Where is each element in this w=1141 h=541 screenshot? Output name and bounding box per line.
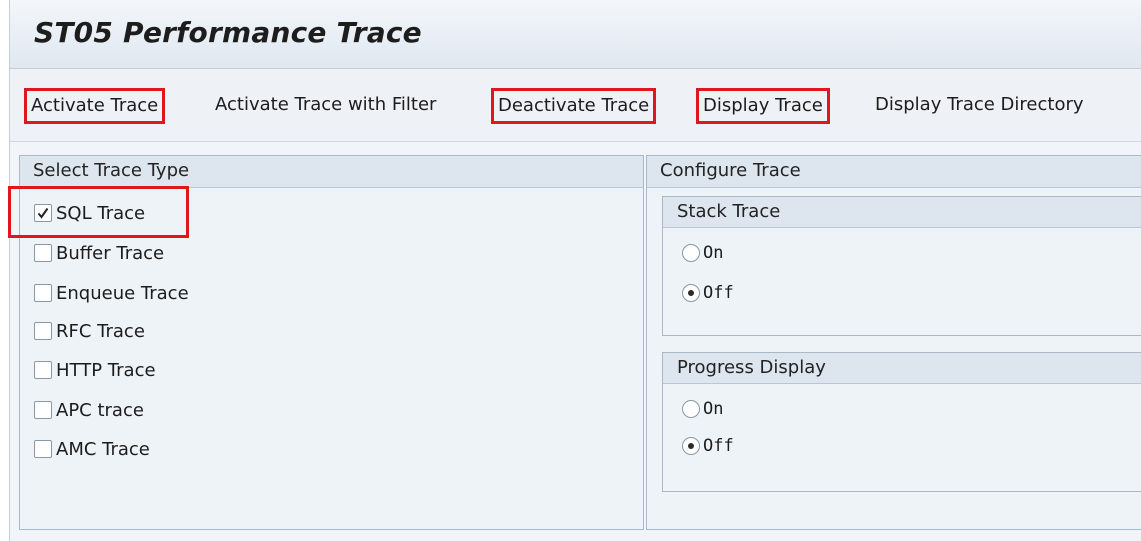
sql-trace-checkbox[interactable]: [34, 204, 52, 222]
enqueue-trace-checkbox[interactable]: [34, 284, 52, 302]
apc-trace-checkbox-row[interactable]: APC trace: [34, 396, 144, 424]
sap-window: ST05 Performance Trace Activate Trace Ac…: [9, 0, 1141, 541]
apc-trace-checkbox[interactable]: [34, 401, 52, 419]
title-bar: ST05 Performance Trace: [10, 0, 1141, 69]
deactivate-trace-button[interactable]: Deactivate Trace: [491, 88, 657, 124]
radio-selected-dot: [688, 443, 694, 449]
progress-display-on-radio[interactable]: [682, 400, 700, 418]
configure-trace-header: Configure Trace: [647, 156, 1141, 188]
apc-trace-label: APC trace: [56, 399, 144, 421]
stack-trace-group: Stack Trace On Off: [662, 196, 1141, 336]
http-trace-label: HTTP Trace: [56, 359, 156, 381]
progress-display-on-label: On: [703, 399, 724, 419]
amc-trace-checkbox[interactable]: [34, 440, 52, 458]
checkmark-icon: [37, 207, 49, 219]
amc-trace-label: AMC Trace: [56, 438, 150, 460]
progress-display-on-option[interactable]: On: [682, 396, 723, 422]
stack-trace-off-option[interactable]: Off: [682, 280, 734, 306]
application-toolbar: Activate Trace Activate Trace with Filte…: [10, 69, 1141, 142]
progress-display-group: Progress Display On Off: [662, 352, 1141, 492]
configure-trace-panel: Configure Trace Stack Trace On Off Progr…: [646, 155, 1141, 530]
stack-trace-on-radio[interactable]: [682, 244, 700, 262]
page-title: ST05 Performance Trace: [34, 16, 422, 49]
stack-trace-on-option[interactable]: On: [682, 240, 723, 266]
stack-trace-off-radio[interactable]: [682, 284, 700, 302]
activate-trace-button[interactable]: Activate Trace: [24, 88, 166, 124]
http-trace-checkbox-row[interactable]: HTTP Trace: [34, 356, 156, 384]
display-trace-directory-button[interactable]: Display Trace Directory: [869, 88, 1090, 124]
sql-trace-checkbox-row[interactable]: SQL Trace: [34, 199, 145, 227]
rfc-trace-checkbox-row[interactable]: RFC Trace: [34, 317, 145, 345]
radio-selected-dot: [688, 290, 694, 296]
select-trace-type-panel: Select Trace Type SQL Trace Buffer Trace…: [19, 155, 644, 530]
display-trace-button[interactable]: Display Trace: [696, 88, 830, 124]
enqueue-trace-checkbox-row[interactable]: Enqueue Trace: [34, 279, 189, 307]
progress-display-header: Progress Display: [663, 353, 1141, 384]
sql-trace-label: SQL Trace: [56, 202, 146, 224]
progress-display-off-radio[interactable]: [682, 437, 700, 455]
activate-trace-with-filter-button[interactable]: Activate Trace with Filter: [209, 88, 442, 124]
buffer-trace-checkbox-row[interactable]: Buffer Trace: [34, 239, 164, 267]
stack-trace-off-label: Off: [703, 283, 734, 303]
amc-trace-checkbox-row[interactable]: AMC Trace: [34, 435, 150, 463]
buffer-trace-checkbox[interactable]: [34, 244, 52, 262]
select-trace-type-header: Select Trace Type: [20, 156, 643, 188]
stack-trace-header: Stack Trace: [663, 197, 1141, 228]
rfc-trace-checkbox[interactable]: [34, 322, 52, 340]
enqueue-trace-label: Enqueue Trace: [56, 282, 189, 304]
rfc-trace-label: RFC Trace: [56, 320, 145, 342]
buffer-trace-label: Buffer Trace: [56, 242, 165, 264]
progress-display-off-label: Off: [703, 436, 734, 456]
http-trace-checkbox[interactable]: [34, 361, 52, 379]
stack-trace-on-label: On: [703, 243, 724, 263]
progress-display-off-option[interactable]: Off: [682, 433, 734, 459]
